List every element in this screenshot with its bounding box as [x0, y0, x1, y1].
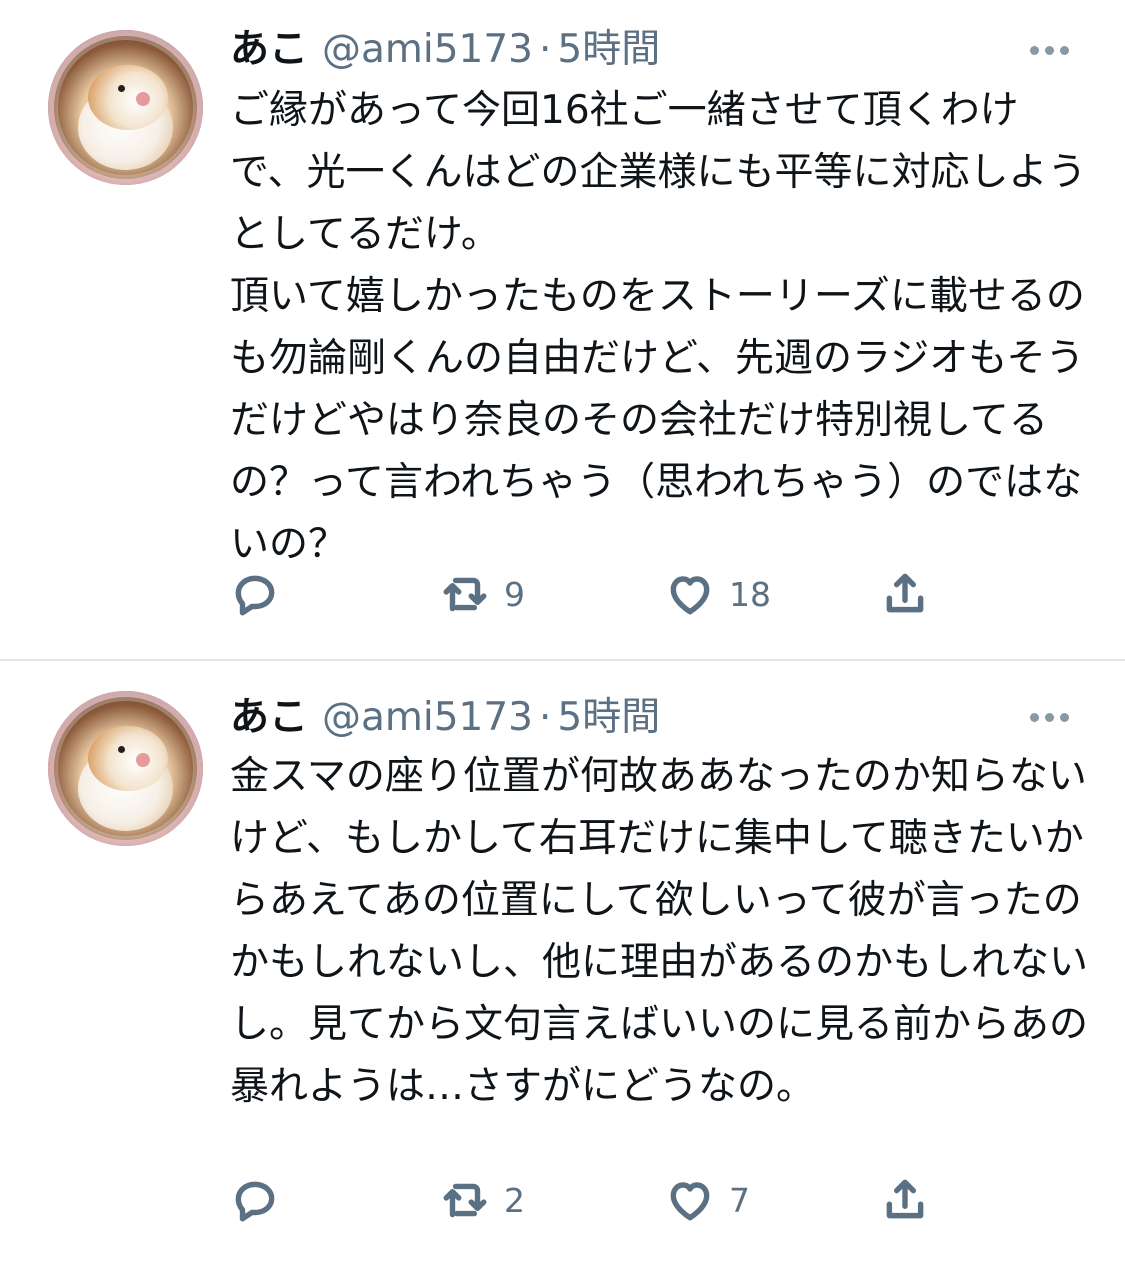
reply-button[interactable] — [230, 1170, 280, 1230]
reply-icon — [235, 1181, 275, 1222]
timestamp[interactable]: 5時間 — [557, 27, 660, 72]
retweet-icon — [443, 1183, 487, 1218]
share-icon — [886, 1179, 924, 1219]
share-button[interactable] — [880, 1170, 930, 1230]
retweet-icon — [443, 577, 487, 612]
handle[interactable]: @ami5173 — [322, 27, 533, 72]
more-icon[interactable] — [1030, 711, 1076, 723]
separator: · — [539, 27, 552, 72]
reply-icon — [235, 575, 275, 616]
like-count: 18 — [729, 574, 771, 614]
like-count: 7 — [729, 1180, 750, 1220]
like-button[interactable]: 7 — [665, 1170, 750, 1230]
tweet-header: あこ @ami5173 · 5時間 — [230, 690, 660, 746]
share-button[interactable] — [880, 564, 930, 624]
retweet-count: 9 — [504, 574, 525, 614]
avatar[interactable] — [48, 691, 203, 846]
tweet-header: あこ @ami5173 · 5時間 — [230, 22, 660, 78]
retweet-button[interactable]: 9 — [440, 564, 525, 624]
heart-icon — [670, 1182, 710, 1221]
handle[interactable]: @ami5173 — [322, 695, 533, 740]
avatar[interactable] — [48, 30, 203, 185]
separator: · — [539, 695, 552, 740]
timestamp[interactable]: 5時間 — [557, 695, 660, 740]
more-icon[interactable] — [1030, 44, 1076, 56]
like-button[interactable]: 18 — [665, 564, 771, 624]
heart-icon — [670, 576, 710, 615]
retweet-count: 2 — [504, 1180, 525, 1220]
display-name[interactable]: あこ — [230, 695, 308, 740]
display-name[interactable]: あこ — [230, 27, 308, 72]
tweet-actions: 9 18 — [230, 564, 950, 624]
tweet-actions: 2 7 — [230, 1170, 950, 1230]
reply-button[interactable] — [230, 564, 280, 624]
tweet-text: 金スマの座り位置が何故ああなったのか知らないけど、もしかして右耳だけに集中して聴… — [230, 754, 1089, 1109]
retweet-button[interactable]: 2 — [440, 1170, 525, 1230]
share-icon — [886, 573, 924, 613]
tweet-text: ご縁があって今回16社ご一緒させて頂くわけで、光一くんはどの企業様にも平等に対応… — [230, 88, 1087, 567]
